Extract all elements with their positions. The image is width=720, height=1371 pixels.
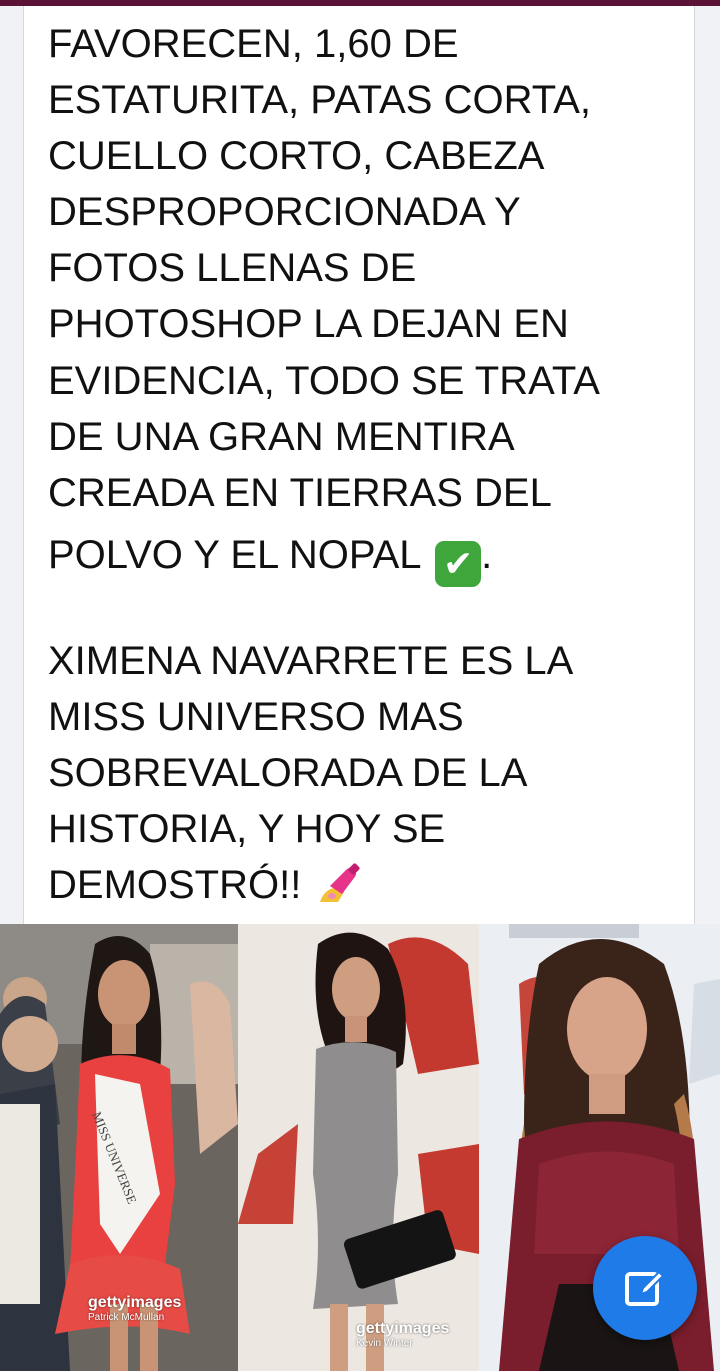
- photo-left[interactable]: MISS UNIVERSE gettyimages Patrick McMull…: [0, 924, 238, 1371]
- watermark-brand: gettyimages: [356, 1320, 450, 1337]
- post-line: FAVORECEN, 1,60 DE: [48, 22, 459, 66]
- post-line: CREADA EN TIERRAS DEL: [48, 470, 552, 515]
- post-text: FAVORECEN, 1,60 DE ESTATURITA, PATAS COR…: [48, 16, 678, 914]
- post-line: ESTATURITA, PATAS CORTA,: [48, 78, 592, 123]
- nail-polish-emoji: [320, 863, 361, 903]
- edit-icon: [625, 1270, 665, 1306]
- post-line: DE UNA GRAN MENTIRA: [48, 414, 515, 459]
- check-mark-button-emoji: ✔: [435, 540, 482, 587]
- watermark-middle: gettyimages Kevin Winter: [356, 1320, 449, 1349]
- post-line: MISS UNIVERSO MAS: [48, 695, 464, 740]
- post-line: CUELLO CORTO, CABEZA: [48, 134, 545, 179]
- post-line: SOBREVALORADA DE LA: [48, 751, 528, 796]
- post-line: XIMENA NAVARRETE ES LA: [48, 639, 574, 684]
- post-line: PHOTOSHOP LA DEJAN EN: [48, 302, 569, 347]
- post-line: DEMOSTRÓ!!: [48, 863, 302, 908]
- compose-button[interactable]: [593, 1236, 697, 1340]
- photo-middle-image: [238, 924, 479, 1371]
- watermark-left: gettyimages Patrick McMullan: [88, 1294, 181, 1323]
- post-line: HISTORIA, Y HOY SE: [48, 807, 446, 852]
- photo-middle[interactable]: gettyimages Kevin Winter: [238, 924, 479, 1371]
- post-line: DESPROPORCIONADA Y: [48, 190, 521, 235]
- watermark-brand: gettyimages: [88, 1294, 182, 1311]
- watermark-credit: Kevin Winter: [356, 1338, 413, 1349]
- period: .: [481, 532, 493, 577]
- post-line: FOTOS LLENAS DE: [48, 246, 417, 291]
- post-line-with-emoji: POLVO Y EL NOPAL ✔.: [48, 527, 678, 587]
- post-line: POLVO Y EL NOPAL: [48, 532, 421, 577]
- post-line-with-emoji: DEMOSTRÓ!!: [48, 857, 678, 913]
- watermark-credit: Patrick McMullan: [88, 1312, 165, 1323]
- post-card: FAVORECEN, 1,60 DE ESTATURITA, PATAS COR…: [23, 6, 695, 924]
- post-line: EVIDENCIA, TODO SE TRATA: [48, 358, 600, 403]
